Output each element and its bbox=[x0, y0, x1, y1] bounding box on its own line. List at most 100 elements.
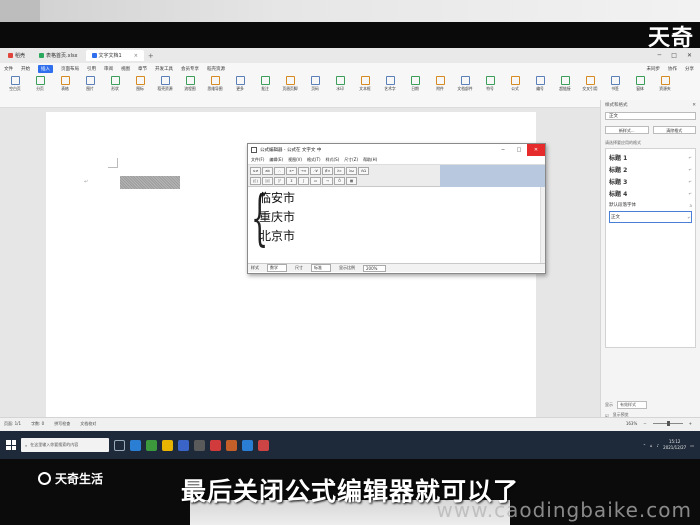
ribbon-button[interactable]: 文档部件 bbox=[454, 76, 476, 92]
ribbon-button[interactable]: 交叉引用 bbox=[579, 76, 601, 92]
taskbar-clock[interactable]: 15:12 2021/12/27 bbox=[663, 439, 686, 451]
zoom-slider-knob[interactable] bbox=[666, 421, 670, 426]
chrome-icon[interactable] bbox=[146, 439, 157, 451]
doc-proof-button[interactable]: 文档校对 bbox=[80, 421, 96, 427]
zoom-in-icon[interactable]: + bbox=[689, 421, 692, 426]
wps-writer-icon[interactable] bbox=[226, 439, 237, 451]
share-button[interactable]: 分享 bbox=[685, 66, 694, 72]
equation-editor-titlebar[interactable]: 公式编辑器 - 公式在 文字文 中 ─ □ ✕ bbox=[248, 144, 545, 156]
equation-scrollbar[interactable] bbox=[540, 187, 545, 263]
menu-home[interactable]: 开始 bbox=[21, 66, 30, 72]
ribbon-button[interactable]: 分页 bbox=[29, 76, 51, 92]
ribbon-button[interactable]: 附件 bbox=[429, 76, 451, 92]
eq-menu-help[interactable]: 帮助(H) bbox=[363, 157, 377, 163]
ribbon-button[interactable]: 空白页 bbox=[4, 76, 26, 92]
volume-icon[interactable]: ♪ bbox=[657, 443, 660, 448]
zoom-status-value[interactable]: 200% bbox=[363, 264, 387, 272]
ribbon-button[interactable]: 页眉页脚 bbox=[279, 76, 301, 92]
equation-line-1[interactable]: 临安市 bbox=[259, 189, 295, 206]
menu-developer[interactable]: 开发工具 bbox=[155, 66, 173, 72]
tray-chevron-icon[interactable]: ⌃ bbox=[643, 443, 646, 448]
greek-upper-icon[interactable]: ΛΩ bbox=[358, 167, 369, 175]
ribbon-button[interactable]: 图标 bbox=[129, 76, 151, 92]
style-default-font[interactable]: 默认段落字体 a bbox=[609, 199, 692, 211]
sync-status[interactable]: 未同步 bbox=[647, 66, 661, 72]
collab-button[interactable]: 协作 bbox=[668, 66, 677, 72]
ribbon-button[interactable]: 资源夹 bbox=[654, 76, 676, 92]
ribbon-button[interactable]: 批注 bbox=[254, 76, 276, 92]
notification-icon[interactable]: ▭ bbox=[690, 443, 694, 448]
menu-daoke[interactable]: 稻壳资源 bbox=[207, 66, 225, 72]
menu-member[interactable]: 会员专享 bbox=[181, 66, 199, 72]
ribbon-button[interactable]: 编号 bbox=[529, 76, 551, 92]
close-pane-icon[interactable]: ✕ bbox=[692, 103, 696, 108]
menu-review[interactable]: 审阅 bbox=[104, 66, 113, 72]
style-heading-4[interactable]: 标题 4 ↵ bbox=[609, 187, 692, 199]
close-icon[interactable]: ✕ bbox=[687, 52, 692, 59]
ribbon-button[interactable]: 思维导图 bbox=[204, 76, 226, 92]
logic-symbols-icon[interactable]: ∴∀ bbox=[310, 167, 321, 175]
style-normal-selected[interactable]: 正文 ↵ bbox=[609, 211, 692, 223]
spell-check-toggle[interactable]: 拼写检查 bbox=[54, 421, 70, 427]
menu-section[interactable]: 章节 bbox=[138, 66, 147, 72]
style-heading-2[interactable]: 标题 2 ↵ bbox=[609, 163, 692, 175]
eq-menu-view[interactable]: 视图(V) bbox=[288, 157, 302, 163]
menu-view[interactable]: 视图 bbox=[121, 66, 130, 72]
size-status-value[interactable]: 标准 bbox=[311, 264, 331, 272]
store-icon[interactable] bbox=[178, 439, 189, 451]
eq-menu-edit[interactable]: 编辑(E) bbox=[269, 157, 283, 163]
arrow-templates-icon[interactable]: → bbox=[322, 177, 333, 185]
integral-templates-icon[interactable]: ∫ bbox=[298, 177, 309, 185]
page-indicator[interactable]: 页面: 1/1 bbox=[4, 421, 21, 427]
ribbon-button[interactable]: 流程图 bbox=[179, 76, 201, 92]
new-tab-icon[interactable]: + bbox=[148, 52, 154, 60]
ribbon-button[interactable]: 表格 bbox=[54, 76, 76, 92]
bar-templates-icon[interactable]: ▭ bbox=[310, 177, 321, 185]
eq-menu-format[interactable]: 格式(T) bbox=[307, 157, 321, 163]
relation-symbols-icon[interactable]: ≤≠ bbox=[250, 167, 261, 175]
script-templates-icon[interactable]: ▯ⁿ bbox=[274, 177, 285, 185]
eq-menu-file[interactable]: 文件(F) bbox=[251, 157, 264, 163]
ribbon-button[interactable]: 稻壳资源 bbox=[154, 76, 176, 92]
new-style-button[interactable]: 新样式... bbox=[605, 126, 649, 134]
maximize-icon[interactable]: □ bbox=[671, 52, 677, 59]
current-style-select[interactable]: 正文 bbox=[605, 112, 696, 120]
equation-edit-area[interactable]: { 临安市 重庆市 北京市 bbox=[248, 187, 545, 263]
menu-file[interactable]: 文件 bbox=[4, 66, 13, 72]
task-view-icon[interactable] bbox=[114, 439, 125, 451]
show-select[interactable]: 有效样式 bbox=[617, 401, 647, 409]
ribbon-button[interactable]: 符号 bbox=[479, 76, 501, 92]
ribbon-button[interactable]: 超链接 bbox=[554, 76, 576, 92]
windows-start-icon[interactable] bbox=[6, 440, 16, 450]
tab-spreadsheet[interactable]: 表格首页.xlsx bbox=[33, 50, 84, 61]
taskbar-search[interactable]: ⌕ 在这里输入你要搜索的内容 bbox=[21, 438, 109, 452]
operator-symbols-icon[interactable]: ±• bbox=[286, 167, 297, 175]
matrix-templates-icon[interactable]: ▦ bbox=[346, 177, 357, 185]
embellishments-icon[interactable]: ∴ bbox=[274, 167, 285, 175]
ribbon-button[interactable]: 书签 bbox=[604, 76, 626, 92]
style-heading-3[interactable]: 标题 3 ↵ bbox=[609, 175, 692, 187]
sum-templates-icon[interactable]: Σ bbox=[286, 177, 297, 185]
app-icon[interactable] bbox=[258, 439, 269, 451]
ribbon-button[interactable]: 更多 bbox=[229, 76, 251, 92]
style-status-value[interactable]: 数学 bbox=[267, 264, 287, 272]
equation-object-placeholder[interactable] bbox=[120, 176, 180, 189]
menu-references[interactable]: 引用 bbox=[87, 66, 96, 72]
eq-menu-style[interactable]: 样式(S) bbox=[326, 157, 340, 163]
tab-daoke[interactable]: 稻壳 bbox=[2, 50, 31, 61]
dialog-maximize-icon[interactable]: □ bbox=[511, 144, 527, 156]
equation-line-2[interactable]: 重庆市 bbox=[259, 208, 295, 225]
ribbon-button[interactable]: 形状 bbox=[104, 76, 126, 92]
greek-lower-icon[interactable]: λω bbox=[346, 167, 357, 175]
ribbon-button[interactable]: 窗体 bbox=[629, 76, 651, 92]
ribbon-button[interactable]: 艺术字 bbox=[379, 76, 401, 92]
dialog-close-button[interactable]: ✕ bbox=[527, 144, 545, 156]
clear-format-button[interactable]: 清除格式 bbox=[652, 126, 696, 134]
menu-insert[interactable]: 插入 bbox=[38, 64, 53, 73]
network-icon[interactable]: ⌂ bbox=[650, 443, 653, 448]
close-tab-icon[interactable]: × bbox=[134, 53, 138, 59]
ribbon-button[interactable]: 文本框 bbox=[354, 76, 376, 92]
product-templates-icon[interactable]: Ů bbox=[334, 177, 345, 185]
equation-line-3[interactable]: 北京市 bbox=[259, 227, 295, 244]
set-symbols-icon[interactable]: ∉∩ bbox=[322, 167, 333, 175]
